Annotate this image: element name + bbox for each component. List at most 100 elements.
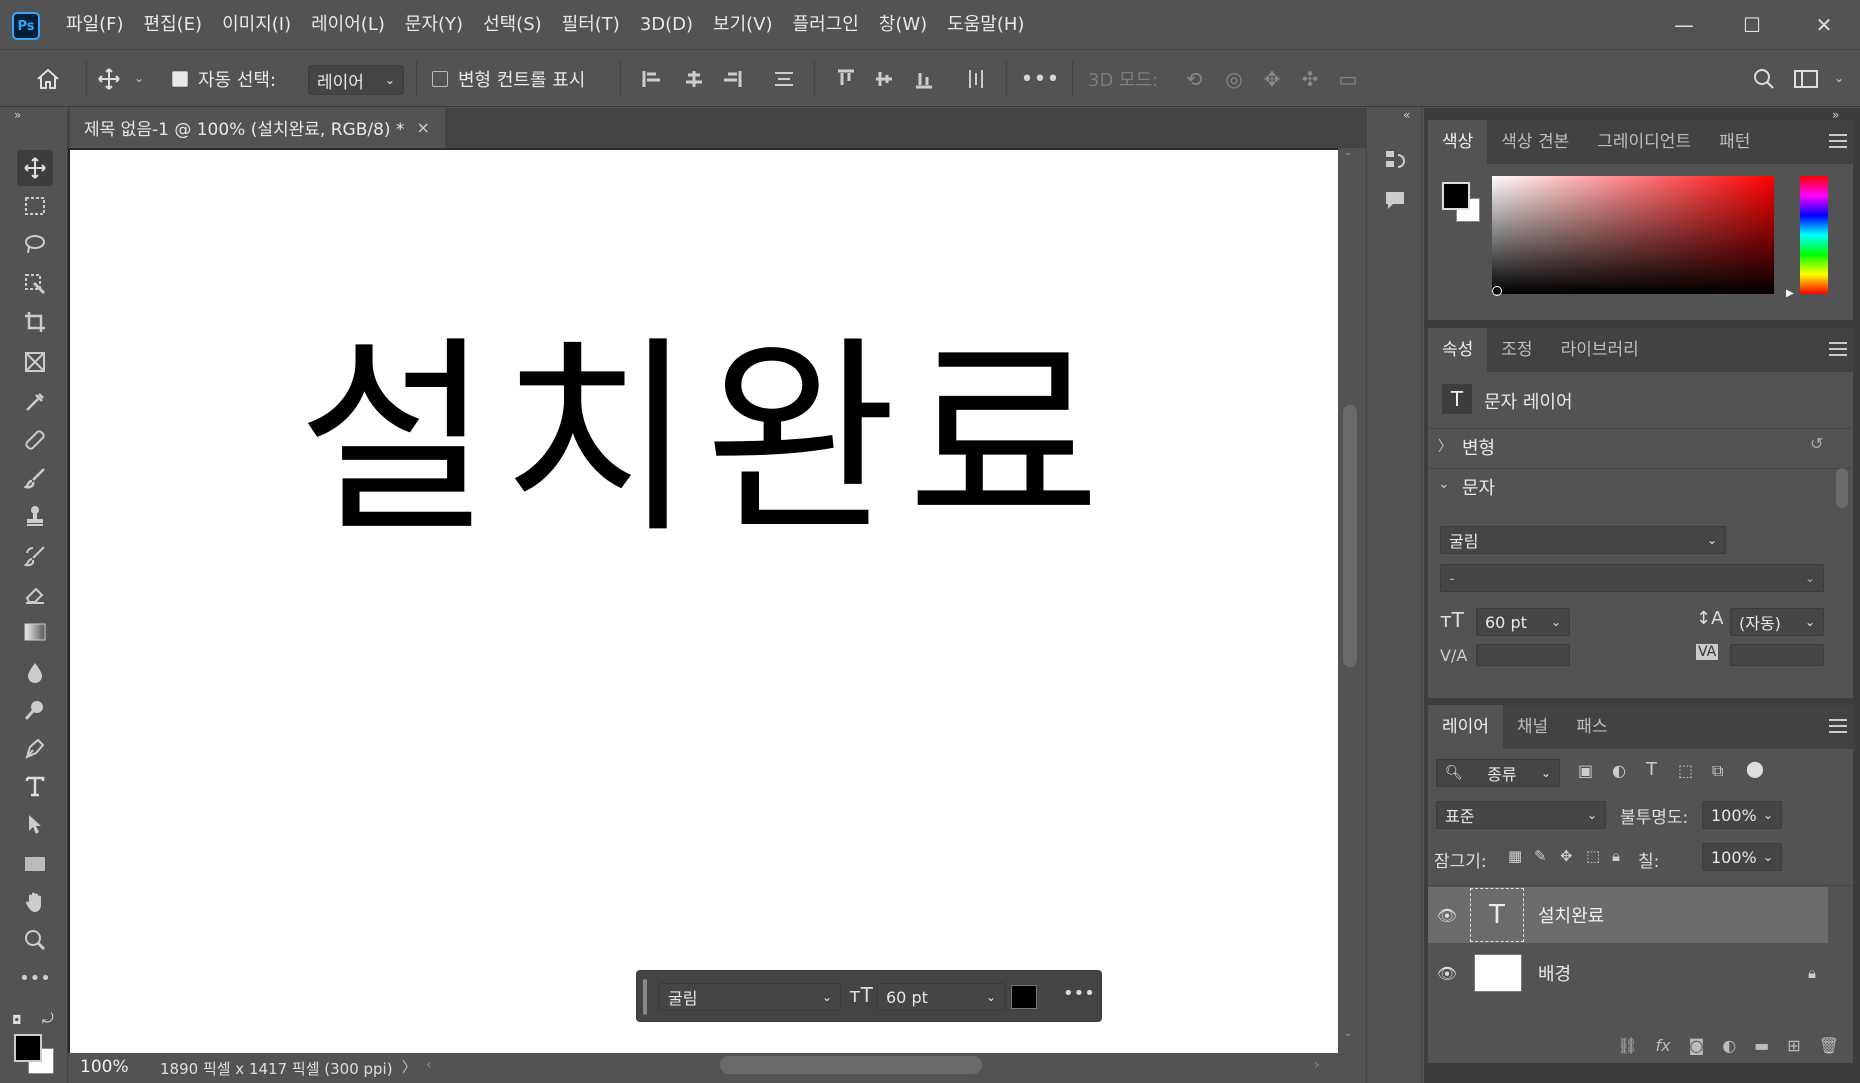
path-selection-tool-icon[interactable] — [17, 806, 53, 842]
visibility-eye-icon[interactable]: 👁︎ — [1436, 964, 1458, 983]
scroll-down-icon[interactable]: ⌄ — [1344, 1028, 1352, 1039]
clone-stamp-tool-icon[interactable] — [17, 498, 53, 534]
leading-field[interactable]: (자동) ⌄ — [1730, 608, 1824, 636]
layer-name[interactable]: 배경 — [1538, 960, 1571, 986]
vertical-scroll-thumb[interactable] — [1343, 405, 1357, 667]
marquee-tool-icon[interactable] — [17, 188, 53, 224]
show-transform-controls-checkbox[interactable] — [432, 71, 448, 87]
zoom-level[interactable]: 100% — [80, 1057, 129, 1077]
horizontal-scroll-thumb[interactable] — [720, 1056, 982, 1074]
filter-smart-object-icon[interactable]: ⧉ — [1712, 761, 1723, 781]
tab-gradients[interactable]: 그레이디언트 — [1583, 120, 1705, 164]
move-tool-preset-icon[interactable] — [93, 63, 125, 95]
menu-filter[interactable]: 필터(T) — [552, 12, 630, 38]
scroll-up-icon[interactable]: ⌃ — [1344, 152, 1352, 163]
tab-channels[interactable]: 채널 — [1503, 705, 1562, 749]
layer-style-icon[interactable]: fx — [1656, 1036, 1671, 1055]
align-left-icon[interactable] — [636, 63, 668, 95]
panel-menu-icon[interactable] — [1829, 134, 1847, 148]
auto-select-checkbox[interactable] — [172, 71, 188, 87]
new-group-icon[interactable]: ▬ — [1754, 1036, 1769, 1055]
search-icon[interactable] — [1748, 63, 1780, 95]
menu-select[interactable]: 선택(S) — [473, 12, 552, 38]
drag-handle[interactable] — [643, 979, 647, 1015]
distribute-vertical-icon[interactable] — [960, 63, 992, 95]
canvas-text-layer[interactable]: 설치완료 — [70, 290, 1338, 590]
scroll-left-icon[interactable]: ‹ — [426, 1057, 432, 1073]
font-style-dropdown[interactable]: - ⌄ — [1440, 564, 1824, 592]
tab-properties[interactable]: 속성 — [1428, 328, 1488, 372]
align-bottom-icon[interactable] — [908, 63, 940, 95]
tab-adjustments[interactable]: 조정 — [1487, 328, 1546, 372]
frame-tool-icon[interactable] — [17, 344, 53, 380]
history-panel-icon[interactable] — [1379, 144, 1411, 176]
section-text[interactable]: 문자 — [1462, 474, 1495, 500]
dodge-tool-icon[interactable] — [17, 692, 53, 728]
eyedropper-tool-icon[interactable] — [17, 384, 53, 420]
collapse-panels-icon[interactable]: « — [1403, 108, 1410, 122]
menu-help[interactable]: 도움말(H) — [937, 12, 1034, 38]
more-options-icon[interactable]: ••• — [1021, 63, 1060, 95]
lock-transparent-icon[interactable]: ▦ — [1508, 847, 1522, 865]
distribute-icon[interactable] — [768, 63, 800, 95]
tab-libraries[interactable]: 라이브러리 — [1547, 328, 1653, 372]
filter-shape-icon[interactable]: ⬚ — [1678, 761, 1693, 780]
menu-edit[interactable]: 편집(E) — [134, 12, 213, 38]
kerning-field[interactable] — [1476, 644, 1570, 666]
more-tools-icon[interactable]: ••• — [17, 960, 53, 996]
healing-brush-tool-icon[interactable] — [17, 422, 53, 458]
lasso-tool-icon[interactable] — [17, 226, 53, 262]
document-info[interactable]: 1890 픽셀 x 1417 픽셀 (300 ppi) — [160, 1058, 393, 1079]
taskbar-size-dropdown[interactable]: 60 pt ⌄ — [877, 983, 1005, 1011]
section-transform[interactable]: 변형 — [1462, 434, 1495, 460]
menu-view[interactable]: 보기(V) — [703, 12, 782, 38]
layer-row-text[interactable]: 👁︎ T 설치완료 — [1428, 887, 1828, 943]
menu-type[interactable]: 문자(Y) — [395, 12, 473, 38]
delete-layer-icon[interactable]: 🗑︎ — [1819, 1036, 1839, 1055]
more-options-icon[interactable]: ••• — [1063, 983, 1095, 1004]
menu-3d[interactable]: 3D(D) — [630, 12, 703, 38]
color-field[interactable] — [1492, 176, 1774, 294]
close-button[interactable]: ✕ — [1804, 10, 1844, 40]
rectangle-tool-icon[interactable] — [17, 846, 53, 882]
link-layers-icon[interactable]: ⛓︎ — [1617, 1036, 1637, 1055]
workspace-icon[interactable] — [1790, 63, 1822, 95]
tab-paths[interactable]: 패스 — [1562, 705, 1621, 749]
default-colors-icon[interactable]: ◘ — [12, 1013, 22, 1027]
maximize-button[interactable]: ☐ — [1732, 10, 1772, 40]
minimize-button[interactable]: — — [1664, 10, 1704, 40]
tab-patterns[interactable]: 패턴 — [1705, 120, 1764, 164]
tab-layers[interactable]: 레이어 — [1428, 705, 1503, 749]
tracking-field[interactable] — [1730, 644, 1824, 666]
hue-slider-handle[interactable]: ▶ — [1786, 288, 1794, 299]
filter-type-icon[interactable]: T — [1646, 759, 1657, 780]
3d-camera-icon[interactable]: ▭ — [1332, 63, 1364, 95]
pen-tool-icon[interactable] — [17, 730, 53, 766]
history-brush-tool-icon[interactable] — [17, 538, 53, 574]
panel-menu-icon[interactable] — [1829, 342, 1847, 356]
menu-window[interactable]: 창(W) — [869, 12, 937, 38]
color-panel-foreground-swatch[interactable] — [1442, 182, 1470, 210]
3d-pan-icon[interactable]: ✥ — [1256, 63, 1288, 95]
layer-row-background[interactable]: 👁︎ 배경 🔒︎ — [1428, 945, 1828, 1001]
zoom-tool-icon[interactable] — [17, 922, 53, 958]
menu-file[interactable]: 파일(F) — [56, 12, 134, 38]
layer-name[interactable]: 설치완료 — [1538, 902, 1604, 928]
foreground-color-swatch[interactable] — [14, 1034, 42, 1062]
chevron-down-icon[interactable]: ⌄ — [1438, 476, 1450, 492]
swap-colors-icon[interactable]: ⤾ — [42, 1011, 54, 1027]
align-center-icon[interactable] — [678, 63, 710, 95]
filter-toggle-icon[interactable]: ⬤ — [1746, 759, 1764, 778]
font-family-dropdown[interactable]: 굴림 ⌄ — [1440, 526, 1726, 554]
font-size-field[interactable]: 60 pt ⌄ — [1476, 608, 1570, 636]
type-tool-icon[interactable] — [17, 768, 53, 804]
text-color-swatch[interactable] — [1011, 985, 1037, 1009]
lock-artboard-icon[interactable]: ⬚ — [1586, 847, 1600, 865]
3d-roll-icon[interactable]: ◎ — [1218, 63, 1250, 95]
expand-toolbar-icon[interactable]: » — [14, 108, 21, 122]
document-tab[interactable]: 제목 없음-1 @ 100% (설치완료, RGB/8) * × — [70, 108, 445, 148]
brush-tool-icon[interactable] — [17, 460, 53, 496]
visibility-eye-icon[interactable]: 👁︎ — [1436, 906, 1458, 925]
menu-image[interactable]: 이미지(I) — [212, 12, 301, 38]
tab-swatches[interactable]: 색상 견본 — [1487, 120, 1583, 164]
